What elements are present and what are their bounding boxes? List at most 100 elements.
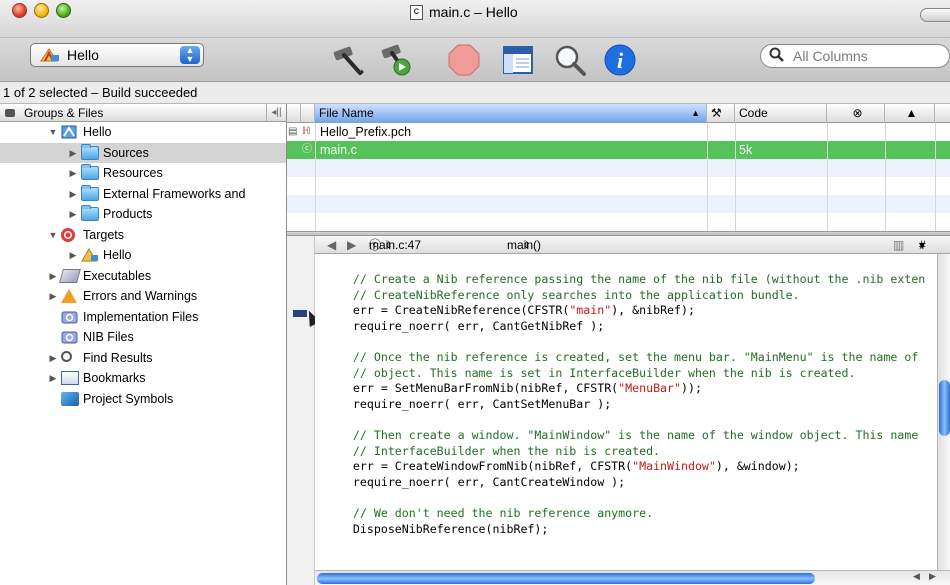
warning-icon: ▲ — [905, 106, 918, 120]
tree-item-label: Project Symbols — [83, 391, 174, 406]
popup-arrows-icon: ⇕ — [385, 240, 393, 250]
editor-icon[interactable] — [500, 43, 536, 77]
table-row-empty — [287, 177, 950, 195]
disclosure-closed-icon[interactable]: ▶ — [48, 373, 58, 383]
disclosure-closed-icon[interactable]: ▶ — [68, 209, 78, 219]
search-icon[interactable] — [552, 43, 588, 77]
stop-icon[interactable] — [446, 43, 482, 77]
tree-item-find-results[interactable]: ▶ Find Results — [0, 348, 286, 369]
code-line: err = CreateWindowFromNib(nibRef, CFSTR(… — [325, 459, 800, 474]
popup-arrows-icon: ▲ ▼ — [180, 46, 200, 64]
disclosure-open-icon[interactable]: ▼ — [48, 127, 58, 137]
table-row-empty — [287, 195, 950, 213]
warnings-column-header[interactable]: ▲ — [885, 104, 935, 123]
code-line: // Once the nib reference is created, se… — [325, 350, 919, 364]
code-editor[interactable]: // Create a Nib reference passing the na… — [315, 254, 937, 570]
smart-group-icon — [61, 330, 79, 344]
editor-gutter[interactable] — [287, 236, 321, 585]
build-status-column-header[interactable]: ⚒ — [707, 104, 735, 123]
tree-item-targets[interactable]: ▼ Targets — [0, 225, 286, 246]
column-divider — [885, 123, 886, 231]
file-name-cell: Hello_Prefix.pch — [320, 125, 412, 139]
toolbar-toggle-button[interactable] — [920, 8, 950, 22]
minimize-button[interactable] — [34, 3, 49, 18]
table-row[interactable]: ▤ ℍ Hello_Prefix.pch — [287, 123, 950, 141]
disclosure-closed-icon[interactable]: ▶ — [68, 189, 78, 199]
tree-item-label: Bookmarks — [83, 371, 146, 386]
bookmarks-menu-icon[interactable]: ▥ — [893, 236, 904, 254]
c-file-icon: c — [410, 4, 423, 20]
status-bar: 1 of 2 selected – Build succeeded — [0, 82, 950, 104]
search-placeholder: All Columns — [793, 48, 868, 64]
active-target-label: Hello — [67, 47, 99, 63]
editor-navigation-bar: ◀ ▶ ⓒ main.c:47 ⇕ main() ⇕ ▥ # ▾ — [315, 236, 950, 254]
file-name-column-header[interactable]: File Name ▲ — [315, 104, 707, 123]
column-divider — [827, 123, 828, 231]
scroll-right-arrow-icon[interactable]: ▶ — [929, 571, 936, 582]
tree-item-products[interactable]: ▶ Products — [0, 204, 286, 225]
window-title-text: main.c – Hello — [429, 4, 518, 20]
folder-icon — [81, 143, 99, 160]
file-icon-column-header[interactable] — [301, 104, 315, 123]
forward-arrow-icon[interactable]: ▶ — [347, 236, 356, 254]
tree-item-hello-target[interactable]: ▶ Hello — [0, 245, 286, 266]
disclosure-closed-icon[interactable]: ▶ — [48, 291, 58, 301]
tree-item-project[interactable]: ▼ Hello — [0, 122, 286, 143]
build-and-go-icon[interactable] — [378, 43, 414, 77]
file-list-header: File Name ▲ ⚒ Code ⊗ ▲ — [287, 104, 950, 123]
tree-item-label: Errors and Warnings — [83, 289, 198, 304]
groups-header[interactable]: Groups & Files ◂|| — [0, 104, 286, 122]
zoom-button[interactable] — [56, 3, 71, 18]
title-bar: c main.c – Hello — [0, 0, 950, 38]
vertical-scrollbar[interactable] — [937, 254, 950, 570]
svg-text:i: i — [617, 48, 624, 73]
tree-item-label: Hello — [83, 125, 112, 140]
magnifier-icon — [769, 47, 785, 66]
disclosure-closed-icon[interactable]: ▶ — [68, 168, 78, 178]
folder-icon — [81, 205, 99, 222]
toolbar: Hello ▲ ▼ i All Columns — [0, 38, 950, 82]
horizontal-scrollbar[interactable]: ◀ ▶ — [315, 570, 950, 585]
scroll-left-arrow-icon[interactable]: ◀ — [913, 571, 920, 582]
column-options-header[interactable] — [935, 104, 950, 123]
tree-item-implementation-files[interactable]: Implementation Files — [0, 307, 286, 328]
tree-item-executables[interactable]: ▶ Executables — [0, 266, 286, 287]
tree-item-errors-warnings[interactable]: ▶ Errors and Warnings — [0, 286, 286, 307]
tree-item-nib-files[interactable]: NIB Files — [0, 327, 286, 348]
tree-item-resources[interactable]: ▶ Resources — [0, 163, 286, 184]
disclosure-closed-icon[interactable]: ▶ — [48, 271, 58, 281]
active-target-popup[interactable]: Hello ▲ ▼ — [30, 43, 204, 67]
errors-column-header[interactable]: ⊗ — [827, 104, 885, 123]
app-target-icon — [81, 248, 99, 262]
tree-item-sources[interactable]: ▶ Sources — [0, 142, 286, 163]
disclosure-open-icon[interactable]: ▼ — [48, 230, 58, 240]
horizontal-scroll-thumb[interactable] — [317, 573, 815, 584]
pane-split-handle[interactable]: ◂|| — [266, 104, 286, 122]
disclosure-closed-icon[interactable]: ▶ — [68, 250, 78, 260]
close-button[interactable] — [12, 3, 27, 18]
vertical-scroll-thumb[interactable] — [939, 380, 950, 436]
groups-header-icon — [5, 109, 15, 117]
bookmark-icon — [61, 371, 79, 386]
code-line: // CreateNibReference only searches into… — [325, 287, 800, 302]
code-line: // Then create a window. "MainWindow" is… — [325, 428, 919, 442]
tree-item-label: Sources — [103, 145, 149, 160]
table-row[interactable]: ⓒ main.c 5k — [287, 141, 950, 159]
build-icon[interactable] — [330, 43, 366, 77]
detail-pane: File Name ▲ ⚒ Code ⊗ ▲ ▤ ℍ Hello_Prefix.… — [287, 104, 950, 585]
includes-menu[interactable]: # ▾ — [919, 236, 926, 254]
code-line: // InterfaceBuilder when the nib is crea… — [325, 443, 661, 458]
code-line: // We don't need the nib reference anymo… — [325, 506, 654, 520]
tree-item-bookmarks[interactable]: ▶ Bookmarks — [0, 368, 286, 389]
file-type-column-header[interactable] — [287, 104, 301, 123]
search-input[interactable]: All Columns — [760, 44, 950, 68]
disclosure-closed-icon[interactable]: ▶ — [68, 148, 78, 158]
code-column-header[interactable]: Code — [735, 104, 827, 123]
info-icon[interactable]: i — [602, 43, 638, 77]
tree-item-label: Find Results — [83, 350, 153, 365]
disclosure-closed-icon[interactable]: ▶ — [48, 353, 58, 363]
tree-item-external-frameworks[interactable]: ▶ External Frameworks and — [0, 184, 286, 205]
back-arrow-icon[interactable]: ◀ — [327, 236, 336, 254]
tree-item-project-symbols[interactable]: Project Symbols — [0, 389, 286, 410]
code-line: // Create a Nib reference passing the na… — [325, 272, 926, 286]
